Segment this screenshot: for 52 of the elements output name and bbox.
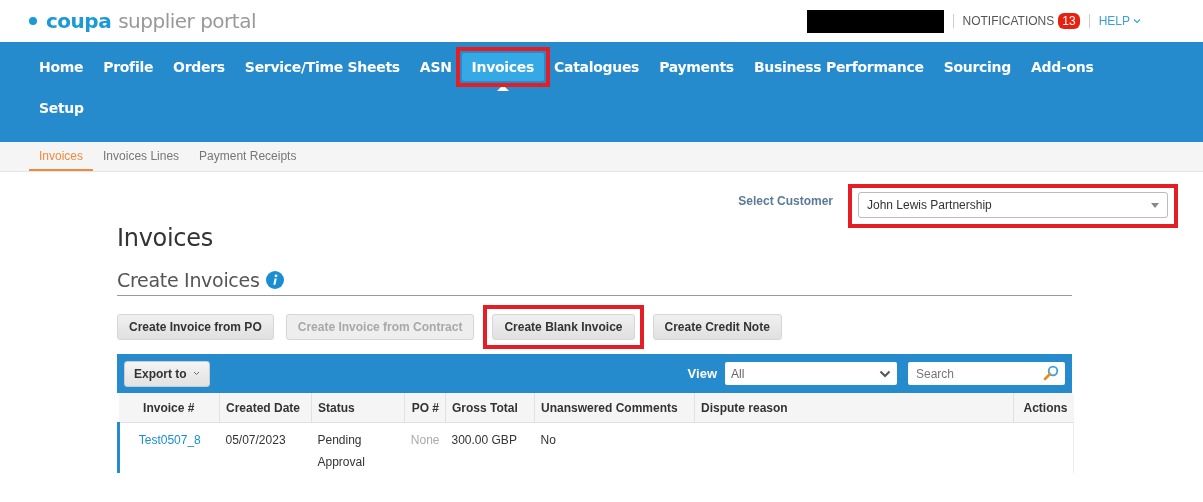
info-icon[interactable] <box>265 271 284 289</box>
table-cell: 05/07/2023 <box>225 433 286 447</box>
view-select[interactable]: All <box>725 362 897 385</box>
page-title: Invoices <box>117 224 214 252</box>
customer-label: Select Customer <box>738 194 833 208</box>
chevron-down-icon <box>192 371 200 376</box>
table-cell: Pending Approval <box>317 433 365 469</box>
customer-select[interactable]: John Lewis Partnership <box>858 192 1168 218</box>
nav-tab[interactable]: Sourcing <box>933 53 1021 81</box>
table-cell: No <box>540 433 556 447</box>
column-header: PO # <box>404 393 446 423</box>
nav-tab[interactable]: Invoices <box>461 53 545 81</box>
create-button[interactable]: Create Invoice from PO <box>117 314 274 340</box>
logo-brand: coupa <box>46 9 112 33</box>
logo-product: supplier portal <box>118 9 256 33</box>
subnav-tab[interactable]: Invoices Lines <box>93 142 190 171</box>
nav-tab[interactable]: Home <box>29 53 94 81</box>
help-menu[interactable]: HELP <box>1098 14 1141 28</box>
search-icon[interactable] <box>1043 365 1059 381</box>
chevron-down-icon <box>879 369 891 378</box>
nav-tab[interactable]: Setup <box>29 94 94 122</box>
nav-tab[interactable]: Business Performance <box>743 53 934 81</box>
view-label: View <box>687 366 717 381</box>
nav-tab[interactable]: Add-ons <box>1021 53 1104 81</box>
table-cell: None <box>410 433 440 447</box>
pointer-icon <box>496 85 509 91</box>
subnav-tab[interactable]: Payment Receipts <box>189 142 307 171</box>
nav-tab[interactable]: Profile <box>93 53 164 81</box>
invoice-link[interactable]: Test0507_8 <box>138 433 201 447</box>
caret-icon <box>1151 202 1159 208</box>
notification-count: 13 <box>1058 13 1080 29</box>
export-button[interactable]: Export to <box>124 360 210 387</box>
column-header: Invoice # <box>118 393 220 423</box>
nav-tab[interactable]: ASN <box>409 53 462 81</box>
nav-tab[interactable]: Catalogues <box>544 53 650 81</box>
nav-tab[interactable]: Payments <box>649 53 744 81</box>
section-title: Create Invoices <box>117 269 260 291</box>
nav-tab[interactable]: Orders <box>163 53 235 81</box>
column-header: Gross Total <box>445 393 535 423</box>
column-header: Status <box>311 393 405 423</box>
table-cell: 300.00 GBP <box>451 433 517 447</box>
column-header: Unanswered Comments <box>534 393 695 423</box>
create-button[interactable]: Create Blank Invoice <box>492 314 635 340</box>
column-header: Created Date <box>219 393 312 423</box>
subnav-tab[interactable]: Invoices <box>29 142 94 171</box>
nav-tab[interactable]: Service/Time Sheets <box>234 53 410 81</box>
notifications-link[interactable]: NOTIFICATIONS <box>962 14 1055 28</box>
column-header: Dispute reason <box>694 393 1014 423</box>
column-header: Actions <box>1013 393 1074 423</box>
create-button[interactable]: Create Credit Note <box>652 314 782 340</box>
search-field[interactable]: Search <box>908 362 1065 385</box>
chevron-down-icon <box>1133 18 1141 24</box>
